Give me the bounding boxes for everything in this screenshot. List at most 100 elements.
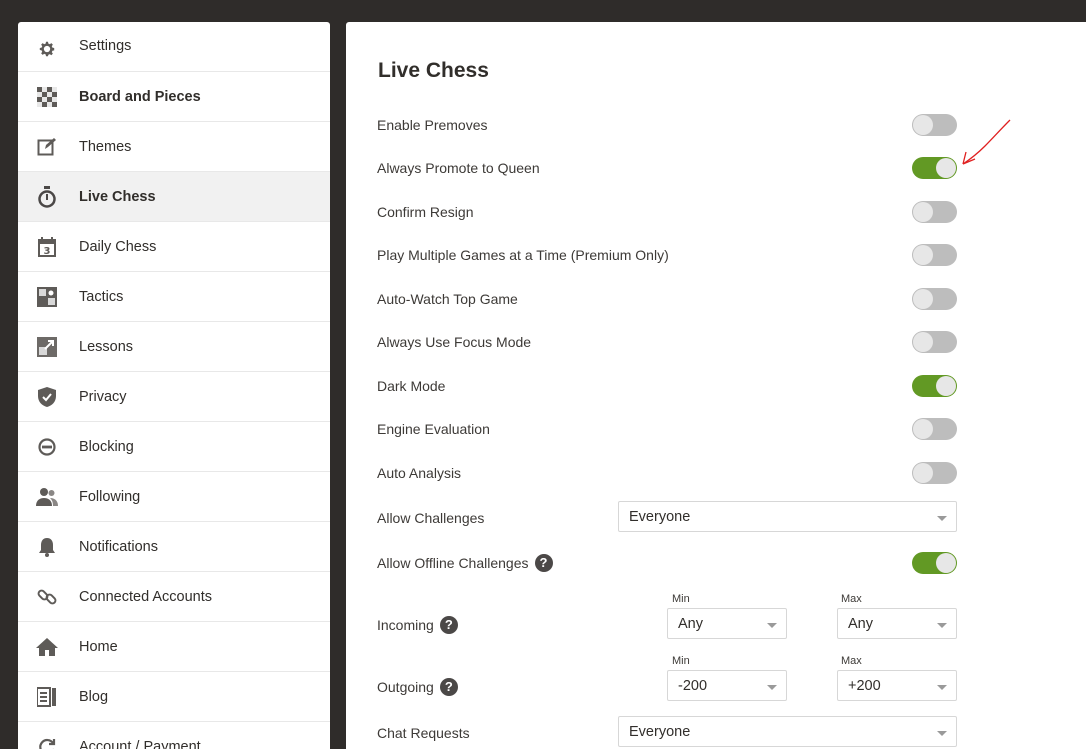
chevron-down-icon [937, 685, 947, 690]
sidebar-item-lessons[interactable]: Lessons [18, 322, 330, 372]
toggle-knob [913, 463, 933, 483]
allow-offline-challenges-toggle[interactable] [912, 552, 957, 574]
sidebar-item-daily-chess[interactable]: 3 Daily Chess [18, 222, 330, 272]
sidebar-item-label: Board and Pieces [79, 88, 201, 105]
chevron-down-icon [937, 516, 947, 521]
setting-row-always-promote-to-queen: Always Promote to Queen [377, 153, 957, 183]
setting-label: Always Use Focus Mode [377, 334, 532, 350]
toggle-knob [936, 553, 956, 573]
incoming-min-select[interactable]: Any [667, 608, 787, 639]
sidebar-item-board-and-pieces[interactable]: Board and Pieces [18, 72, 330, 122]
incoming-min-label: Min [672, 593, 690, 605]
sidebar-item-label: Daily Chess [79, 238, 157, 255]
sidebar-item-privacy[interactable]: Privacy [18, 372, 330, 422]
select-value: +200 [848, 677, 881, 694]
select-value: Any [848, 615, 873, 632]
annotation-arrow-icon [962, 119, 1011, 165]
setting-label: Dark Mode [377, 378, 446, 394]
outgoing-label: Outgoing [377, 679, 434, 695]
auto-analysis-toggle[interactable] [912, 462, 957, 484]
sidebar-item-home[interactable]: Home [18, 622, 330, 672]
sidebar-item-live-chess[interactable]: Live Chess [18, 172, 330, 222]
setting-row-enable-premoves: Enable Premoves [377, 110, 957, 140]
help-icon[interactable]: ? [534, 554, 553, 572]
play-multiple-games-toggle[interactable] [912, 244, 957, 266]
always-promote-to-queen-toggle[interactable] [912, 157, 957, 179]
sidebar-item-label: Themes [79, 138, 132, 155]
shield-icon [36, 386, 58, 408]
toggle-knob [913, 115, 933, 135]
setting-row-allow-offline-challenges: Allow Offline Challenges ? [377, 548, 957, 578]
auto-watch-top-game-toggle[interactable] [912, 288, 957, 310]
block-icon [36, 436, 58, 458]
sidebar-item-connected-accounts[interactable]: Connected Accounts [18, 572, 330, 622]
outgoing-max-select[interactable]: +200 [837, 670, 957, 701]
sidebar-item-themes[interactable]: Themes [18, 122, 330, 172]
dark-mode-toggle[interactable] [912, 375, 957, 397]
allow-offline-challenges-label: Allow Offline Challenges [377, 555, 529, 571]
setting-label: Allow Challenges [377, 510, 485, 526]
stopwatch-icon [36, 185, 58, 208]
help-icon[interactable]: ? [439, 678, 458, 696]
sidebar-item-following[interactable]: Following [18, 472, 330, 522]
setting-row-dark-mode: Dark Mode [377, 371, 957, 401]
sidebar-item-label: Tactics [79, 288, 124, 305]
sidebar-item-label: Live Chess [79, 188, 156, 205]
setting-label: Chat Requests [377, 725, 470, 741]
sidebar-item-notifications[interactable]: Notifications [18, 522, 330, 572]
setting-label: Auto Analysis [377, 465, 462, 481]
setting-row-play-multiple-games: Play Multiple Games at a Time (Premium O… [377, 240, 957, 270]
help-icon[interactable]: ? [439, 616, 458, 634]
setting-label: Confirm Resign [377, 204, 474, 220]
toggle-knob [913, 245, 933, 265]
setting-label: Play Multiple Games at a Time (Premium O… [377, 247, 669, 263]
svg-text:3: 3 [44, 246, 51, 257]
setting-label: Incoming ? [377, 616, 458, 634]
gear-icon [36, 38, 58, 60]
outgoing-min-select[interactable]: -200 [667, 670, 787, 701]
toggle-knob [936, 158, 956, 178]
blog-icon [36, 686, 58, 708]
setting-row-confirm-resign: Confirm Resign [377, 197, 957, 227]
sidebar-item-settings[interactable]: Settings [18, 22, 330, 72]
toggle-knob [913, 289, 933, 309]
enable-premoves-toggle[interactable] [912, 114, 957, 136]
setting-label: Allow Offline Challenges ? [377, 554, 553, 572]
sidebar-item-label: Settings [79, 38, 132, 54]
chevron-down-icon [767, 623, 777, 628]
sidebar-item-tactics[interactable]: Tactics [18, 272, 330, 322]
sidebar-item-account-payment[interactable]: Account / Payment [18, 722, 330, 749]
toggle-knob [913, 332, 933, 352]
board-icon [36, 86, 58, 108]
page-title: Live Chess [378, 59, 489, 82]
settings-sidebar: Settings Board and Pieces Themes Live Ch… [18, 22, 330, 749]
sidebar-item-label: Connected Accounts [79, 588, 213, 605]
setting-row-engine-evaluation: Engine Evaluation [377, 414, 957, 444]
incoming-max-select[interactable]: Any [837, 608, 957, 639]
chevron-down-icon [767, 685, 777, 690]
sidebar-item-label: Blog [79, 688, 109, 705]
chevron-down-icon [937, 731, 947, 736]
engine-evaluation-toggle[interactable] [912, 418, 957, 440]
sidebar-item-blocking[interactable]: Blocking [18, 422, 330, 472]
lessons-icon [36, 336, 58, 358]
outgoing-min-label: Min [672, 655, 690, 667]
always-use-focus-mode-toggle[interactable] [912, 331, 957, 353]
setting-row-auto-analysis: Auto Analysis [377, 458, 957, 488]
incoming-label: Incoming [377, 617, 434, 633]
setting-row-always-use-focus-mode: Always Use Focus Mode [377, 327, 957, 357]
people-icon [36, 486, 58, 508]
confirm-resign-toggle[interactable] [912, 201, 957, 223]
chat-requests-select[interactable]: Everyone [618, 716, 957, 747]
setting-row-auto-watch-top-game: Auto-Watch Top Game [377, 284, 957, 314]
setting-label: Auto-Watch Top Game [377, 291, 518, 307]
sidebar-item-label: Account / Payment [79, 738, 201, 749]
allow-challenges-select[interactable]: Everyone [618, 501, 957, 532]
puzzle-icon [36, 286, 58, 308]
select-value: Everyone [629, 723, 691, 740]
sidebar-item-blog[interactable]: Blog [18, 672, 330, 722]
select-value: Everyone [629, 508, 691, 525]
refresh-icon [36, 736, 58, 749]
sidebar-item-label: Lessons [79, 338, 134, 355]
incoming-max-label: Max [841, 593, 862, 605]
